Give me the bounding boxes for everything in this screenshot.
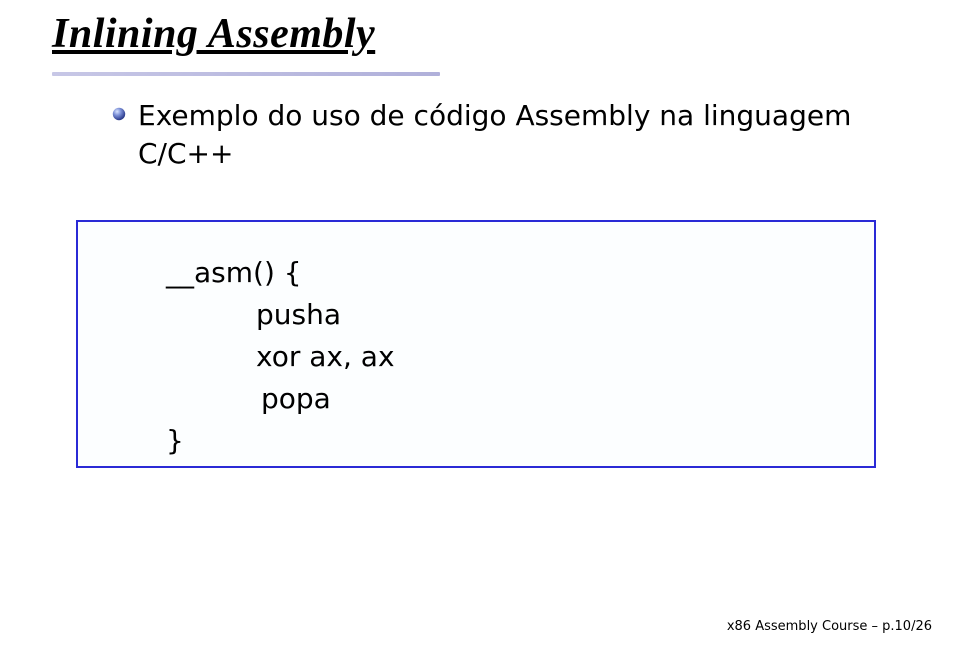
slide-title: Inlining Assembly <box>52 10 375 58</box>
code-line-4: popa <box>166 378 834 420</box>
bullet-sphere-icon <box>112 107 126 121</box>
code-line-5: } <box>166 420 834 462</box>
slide: Inlining Assembly Exemplo do uso de códi… <box>0 0 960 648</box>
code-line-1: __asm() { <box>166 252 834 294</box>
code-example-box: __asm() { pusha xor ax, ax popa } <box>76 220 876 468</box>
slide-footer: x86 Assembly Course – p.10/26 <box>727 619 932 634</box>
bullet-row: Exemplo do uso de código Assembly na lin… <box>112 97 898 173</box>
title-underline-accent <box>52 72 440 76</box>
bullet-text: Exemplo do uso de código Assembly na lin… <box>138 97 898 173</box>
title-wrap: Inlining Assembly <box>52 10 375 58</box>
code-line-2: pusha <box>166 294 834 336</box>
code-line-3: xor ax, ax <box>166 336 834 378</box>
